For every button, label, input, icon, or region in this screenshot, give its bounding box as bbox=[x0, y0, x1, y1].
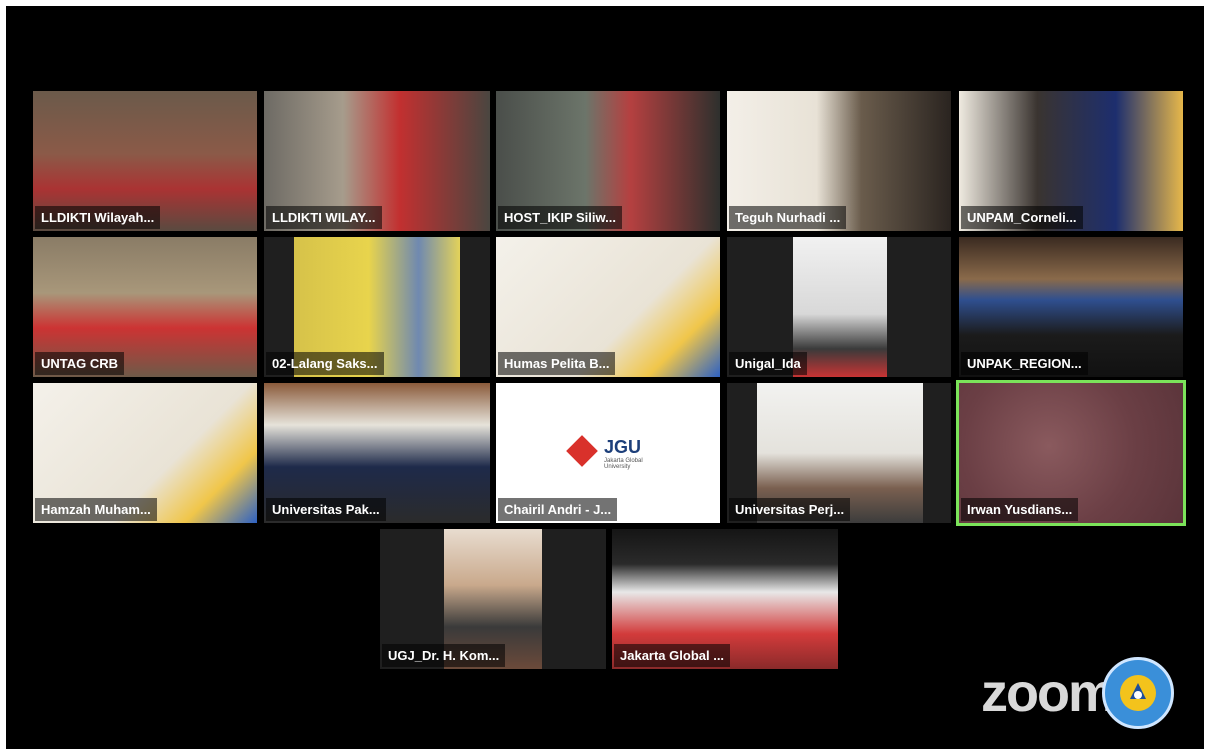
participant-tile[interactable]: Teguh Nurhadi ... bbox=[727, 91, 951, 231]
participant-tile[interactable]: Jakarta Global ... bbox=[612, 529, 838, 669]
participant-tile[interactable]: LLDIKTI Wilayah... bbox=[33, 91, 257, 231]
participant-name: UGJ_Dr. H. Kom... bbox=[382, 644, 506, 667]
meeting-window: LLDIKTI Wilayah... LLDIKTI WILAY... HOST… bbox=[6, 6, 1204, 749]
participant-tile[interactable]: Universitas Pak... bbox=[264, 383, 490, 523]
participant-tile[interactable]: UNPAK_REGION... bbox=[959, 237, 1183, 377]
participant-name: Universitas Pak... bbox=[266, 498, 386, 521]
participant-tile[interactable]: 02-Lalang Saks... bbox=[264, 237, 490, 377]
kemendikbud-emblem-icon bbox=[1102, 657, 1174, 729]
participant-tile[interactable]: Hamzah Muham... bbox=[33, 383, 257, 523]
participant-name: Chairil Andri - J... bbox=[498, 498, 618, 521]
zoom-logo-text: zoom bbox=[981, 663, 1116, 723]
participant-name: Irwan Yusdians... bbox=[961, 498, 1079, 521]
participant-name: Hamzah Muham... bbox=[35, 498, 157, 521]
participant-name: Unigal_Ida bbox=[729, 352, 807, 375]
participant-name: Teguh Nurhadi ... bbox=[729, 206, 847, 229]
zoom-watermark: zoom bbox=[981, 657, 1174, 729]
participant-tile[interactable]: LLDIKTI WILAY... bbox=[264, 91, 490, 231]
participant-name: Humas Pelita B... bbox=[498, 352, 616, 375]
jgu-logo-card: JGU Jakarta Global University bbox=[566, 435, 648, 471]
participant-name: LLDIKTI Wilayah... bbox=[35, 206, 161, 229]
participant-tile[interactable]: UNPAM_Corneli... bbox=[959, 91, 1183, 231]
participant-name: Jakarta Global ... bbox=[614, 644, 731, 667]
jgu-logo-subtext: Jakarta Global University bbox=[604, 458, 643, 470]
participant-tile[interactable]: Humas Pelita B... bbox=[496, 237, 720, 377]
participant-tile[interactable]: HOST_IKIP Siliw... bbox=[496, 91, 720, 231]
participant-tile-active-speaker[interactable]: Irwan Yusdians... bbox=[956, 380, 1186, 526]
jgu-logo-icon bbox=[566, 435, 598, 467]
participant-name: LLDIKTI WILAY... bbox=[266, 206, 382, 229]
participant-name: Universitas Perj... bbox=[729, 498, 851, 521]
participant-tile[interactable]: UGJ_Dr. H. Kom... bbox=[380, 529, 606, 669]
participant-name: HOST_IKIP Siliw... bbox=[498, 206, 622, 229]
participant-tile[interactable]: JGU Jakarta Global University Chairil An… bbox=[496, 383, 720, 523]
participant-tile[interactable]: UNTAG CRB bbox=[33, 237, 257, 377]
participant-name: 02-Lalang Saks... bbox=[266, 352, 384, 375]
participant-name: UNTAG CRB bbox=[35, 352, 125, 375]
participant-name: UNPAM_Corneli... bbox=[961, 206, 1083, 229]
jgu-logo-text: JGU bbox=[604, 437, 642, 457]
participant-name: UNPAK_REGION... bbox=[961, 352, 1088, 375]
participant-tile[interactable]: Universitas Perj... bbox=[727, 383, 951, 523]
participant-tile[interactable]: Unigal_Ida bbox=[727, 237, 951, 377]
video-frame bbox=[793, 237, 887, 377]
